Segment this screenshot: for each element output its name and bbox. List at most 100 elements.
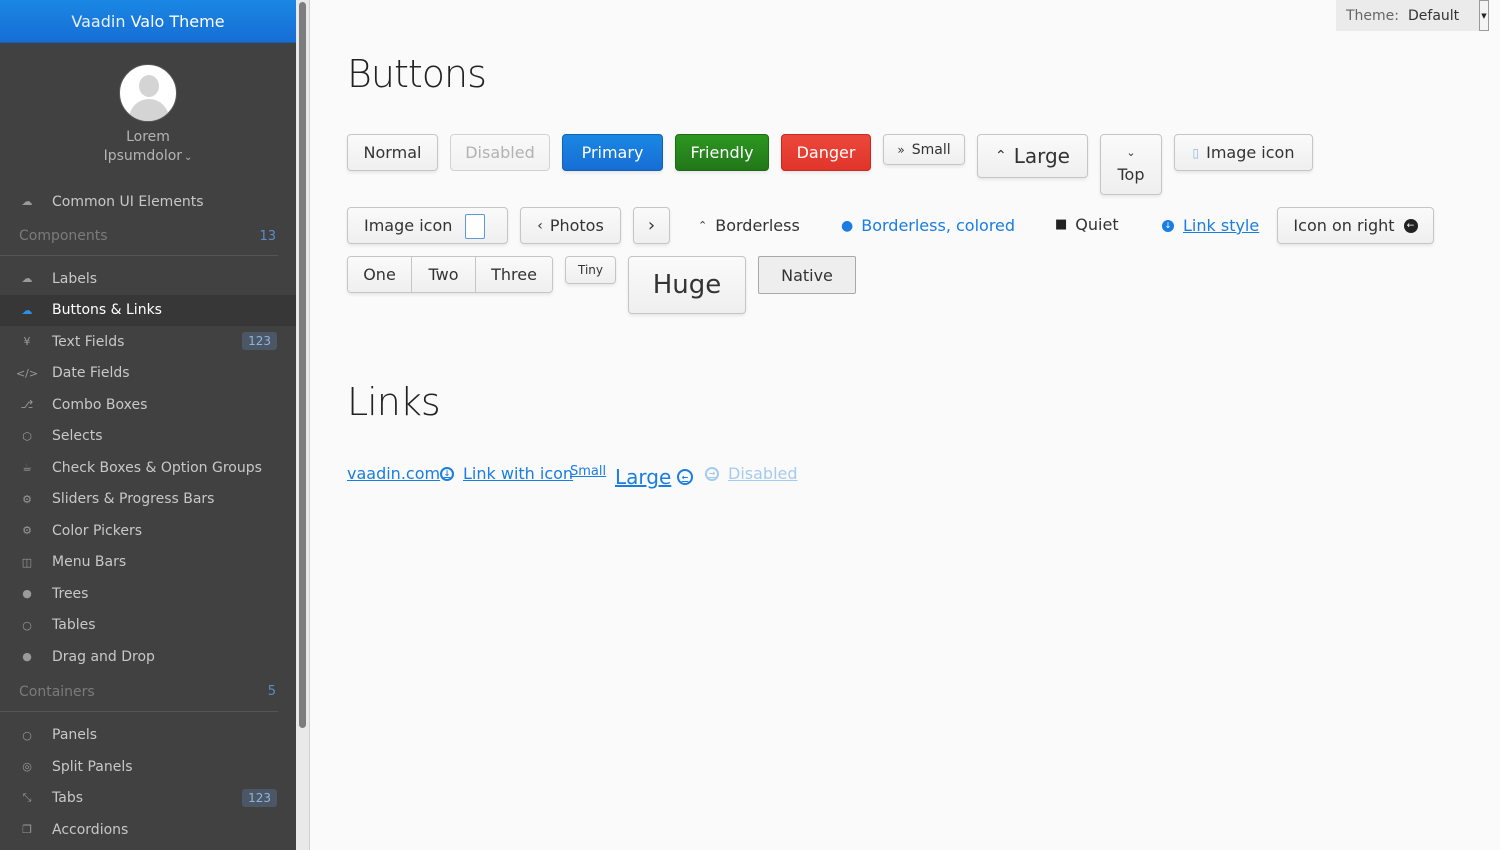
- large-button[interactable]: ⌃ Large: [977, 134, 1088, 178]
- link-style-button[interactable]: ↓ Link style: [1162, 216, 1259, 235]
- sidebar-item-panels[interactable]: ○ Panels: [0, 720, 296, 752]
- sidebar-item-common-ui[interactable]: ☁ Common UI Elements: [0, 186, 296, 217]
- apple-icon: ●: [841, 217, 854, 234]
- sidebar-item-drag-and-drop[interactable]: ● Drag and Drop: [0, 641, 296, 673]
- sidebar-item-date-fields[interactable]: </> Date Fields: [0, 358, 296, 390]
- disabled-link: → Disabled: [705, 464, 798, 483]
- chevron-right-icon: ›: [647, 215, 656, 236]
- containers-count: 5: [267, 684, 276, 699]
- sidebar-item-label: Menu Bars: [52, 554, 127, 571]
- theme-label: Theme:: [1346, 7, 1400, 24]
- sidebar-item-label: Drag and Drop: [52, 648, 155, 665]
- sidebar-item-tables[interactable]: ○ Tables: [0, 610, 296, 642]
- sidebar: Vaadin Valo Theme Lorem Ipsumdolor ⌄ ☁ Co…: [0, 0, 296, 850]
- scrollbar-thumb[interactable]: [299, 2, 306, 728]
- sidebar-item-label: Labels: [52, 270, 98, 287]
- small-link[interactable]: Small: [570, 464, 606, 479]
- sidebar-item-label: Date Fields: [52, 365, 130, 382]
- sidebar-scrollbar[interactable]: [296, 0, 310, 850]
- sidebar-item-label: Combo Boxes: [52, 396, 148, 413]
- sidebar-item-label: Tabs: [52, 790, 83, 807]
- primary-button[interactable]: Primary: [562, 134, 663, 171]
- sidebar-item-trees[interactable]: ● Trees: [0, 578, 296, 610]
- group-button-one[interactable]: One: [348, 257, 412, 292]
- theme-value[interactable]: Default: [1408, 8, 1459, 24]
- arrow-circle-left-icon: ←: [1403, 218, 1418, 233]
- photos-button[interactable]: ‹ Photos: [520, 207, 621, 244]
- compress-icon: ⤡: [22, 791, 32, 805]
- next-button[interactable]: ›: [633, 207, 670, 244]
- chevron-left-icon: ‹: [537, 217, 543, 234]
- image-icon-button[interactable]: ▯ Image icon: [1174, 134, 1313, 171]
- image-icon-right-button[interactable]: Image icon: [347, 207, 508, 244]
- sidebar-item-label: Accordions: [52, 821, 129, 838]
- sidebar-item-selects[interactable]: ⬡ Selects: [0, 421, 296, 453]
- icon-on-right-button[interactable]: Icon on right ←: [1277, 207, 1434, 244]
- friendly-button[interactable]: Friendly: [675, 134, 769, 171]
- top-button[interactable]: ⌄ Top: [1100, 134, 1162, 195]
- links-heading: Links: [347, 380, 441, 424]
- large-link[interactable]: Large: [615, 465, 671, 489]
- app-title: Vaadin Valo Theme: [0, 0, 296, 43]
- normal-button[interactable]: Normal: [347, 134, 438, 171]
- sidebar-item-label: Trees: [52, 585, 89, 602]
- components-count: 13: [259, 228, 276, 244]
- double-chevron-up-icon: ⌃: [994, 148, 1007, 164]
- sidebar-item-split-panels[interactable]: ◎ Split Panels: [0, 751, 296, 783]
- double-chevron-right-icon: »: [897, 142, 905, 157]
- sidebar-item-color-pickers[interactable]: ⚙ Color Pickers: [0, 515, 296, 547]
- group-button-three[interactable]: Three: [476, 257, 552, 292]
- sidebar-item-combo-boxes[interactable]: ⎇ Combo Boxes: [0, 389, 296, 421]
- sidebar-item-buttons-links[interactable]: ☁ Buttons & Links: [0, 294, 296, 326]
- quiet-button[interactable]: ■ Quiet: [1055, 215, 1119, 234]
- sidebar-item-menu-bars[interactable]: ◫ Menu Bars: [0, 547, 296, 579]
- count-badge: 123: [242, 332, 277, 350]
- comments-outline-icon: ○: [22, 728, 32, 742]
- native-button[interactable]: Native: [758, 256, 856, 294]
- link-with-icon[interactable]: ↓ Link with icon: [440, 464, 573, 483]
- sidebar-item-label: Panels: [52, 727, 98, 744]
- sidebar-item-label: Buttons & Links: [52, 302, 162, 319]
- app-title-bold: Valo Theme: [130, 12, 225, 31]
- cloud-icon: ☁: [21, 303, 33, 317]
- user-last-name[interactable]: Ipsumdolor ⌄: [0, 147, 296, 167]
- sidebar-item-labels[interactable]: ☁ Labels: [0, 263, 296, 295]
- arrow-circle-left-icon: ←: [677, 469, 693, 485]
- cube-icon: ⬡: [22, 429, 32, 443]
- sidebar-item-check-boxes-option-groups[interactable]: ☕ Check Boxes & Option Groups: [0, 452, 296, 484]
- category-containers: Containers 5: [0, 673, 278, 712]
- theme-select[interactable]: Theme: Default ▼: [1336, 0, 1489, 31]
- sidebar-item-label: Split Panels: [52, 758, 133, 775]
- user-first-name: Lorem: [126, 129, 170, 145]
- sidebar-item-sliders-progress-bars[interactable]: ⚙ Sliders & Progress Bars: [0, 484, 296, 516]
- group-button-two[interactable]: Two: [412, 257, 476, 292]
- gears-icon: ⚙: [22, 524, 32, 538]
- sidebar-item-text-fields[interactable]: ¥ Text Fields 123: [0, 326, 296, 358]
- sidebar-item-label: Sliders & Progress Bars: [52, 491, 215, 508]
- button-group: One Two Three: [347, 256, 553, 293]
- icon-only-link[interactable]: ←: [677, 469, 702, 485]
- avatar: [119, 64, 177, 122]
- compass-icon: ◎: [22, 760, 32, 774]
- columns-icon: ◫: [21, 555, 33, 569]
- borderless-colored-button[interactable]: ● Borderless, colored: [841, 216, 1015, 235]
- sidebar-item-tabs[interactable]: ⤡ Tabs 123: [0, 783, 296, 815]
- branch-icon: ⎇: [20, 398, 34, 412]
- vaadin-link[interactable]: vaadin.com: [347, 464, 440, 483]
- huge-button[interactable]: Huge: [628, 256, 746, 314]
- dropdown-arrow-icon[interactable]: ▼: [1479, 0, 1489, 31]
- app-title-light: Vaadin: [71, 12, 126, 31]
- sidebar-item-label: Check Boxes & Option Groups: [52, 459, 262, 476]
- danger-button[interactable]: Danger: [781, 134, 871, 171]
- document-icon: [465, 214, 485, 239]
- small-button[interactable]: » Small: [883, 134, 965, 165]
- sidebar-item-accordions[interactable]: ❐ Accordions: [0, 814, 296, 846]
- arrow-circle-right-icon: →: [705, 466, 719, 481]
- chevron-up-icon: ⌃: [698, 219, 708, 232]
- cloud-icon: ☁: [21, 195, 33, 208]
- sidebar-item-label: Text Fields: [52, 333, 125, 350]
- archive-icon: ■: [1055, 217, 1068, 232]
- tiny-button[interactable]: Tiny: [565, 256, 616, 284]
- borderless-button[interactable]: ⌃ Borderless: [698, 216, 800, 235]
- disabled-button: Disabled: [450, 134, 550, 171]
